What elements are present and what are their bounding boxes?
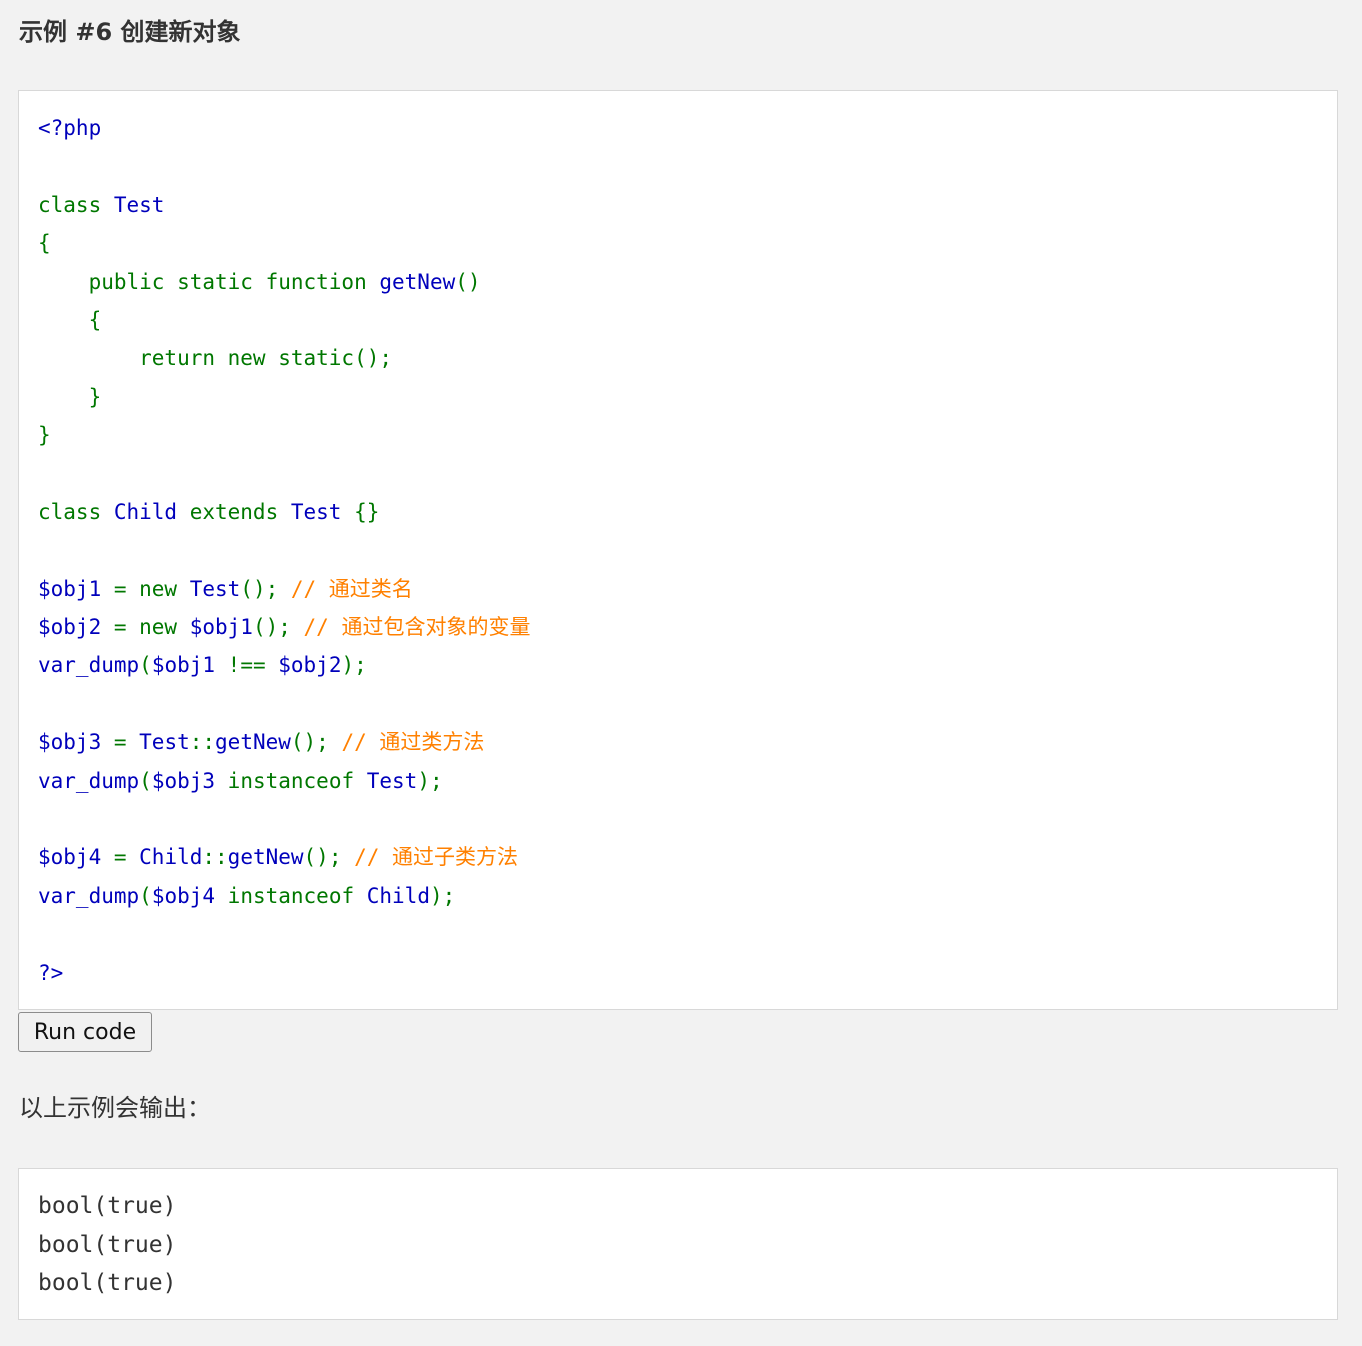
- code-comment: // 通过子类方法: [354, 845, 519, 870]
- code-token: = new: [113, 576, 190, 601]
- code-token: !==: [227, 653, 279, 678]
- code-token: }: [38, 423, 51, 448]
- code-line: class Child extends Test {}: [38, 493, 1318, 531]
- code-block[interactable]: <?php class Test { public static function …: [18, 90, 1338, 1010]
- code-line: var_dump($obj1 !== $obj2);: [38, 646, 1318, 684]
- example-title: 示例 #6 创建新对象: [19, 18, 241, 46]
- code-line: {: [38, 224, 1318, 262]
- code-token: ();: [240, 576, 291, 601]
- code-token: class: [38, 192, 114, 217]
- code-token: (: [139, 768, 152, 793]
- code-token: $obj2: [278, 653, 342, 678]
- code-token: );: [341, 653, 367, 678]
- code-line: }: [38, 378, 1318, 416]
- output-line: bool(true): [38, 1193, 177, 1219]
- code-line: public static function getNew(): [38, 263, 1318, 301]
- code-token: (: [139, 653, 152, 678]
- code-token: ();: [303, 845, 355, 870]
- code-token: instanceof: [227, 768, 367, 793]
- code-token: $obj1: [151, 653, 228, 678]
- code-line: <?php: [38, 109, 1318, 147]
- code-token: {: [38, 307, 102, 332]
- code-token: {}: [354, 499, 380, 524]
- code-token: = new: [113, 615, 190, 640]
- run-code-button[interactable]: Run code: [18, 1012, 152, 1052]
- code-token: (: [139, 883, 152, 908]
- code-token: return new static();: [38, 346, 393, 371]
- output-line: bool(true): [38, 1270, 177, 1296]
- code-comment: // 通过类方法: [341, 730, 485, 755]
- code-token: Test: [113, 192, 165, 217]
- code-line: $obj4 = Child::getNew(); // 通过子类方法: [38, 838, 1318, 876]
- code-line: class Test: [38, 186, 1318, 224]
- code-line: var_dump($obj4 instanceof Child);: [38, 877, 1318, 915]
- code-token: $obj3: [38, 730, 114, 755]
- code-token: var_dump: [38, 768, 140, 793]
- code-token: $obj3: [151, 768, 228, 793]
- code-line: return new static();: [38, 339, 1318, 377]
- code-line: var_dump($obj3 instanceof Test);: [38, 762, 1318, 800]
- code-token: }: [38, 384, 102, 409]
- output-label: 以上示例会输出：: [19, 1094, 211, 1122]
- code-token: {: [38, 231, 51, 256]
- code-line: $obj3 = Test::getNew(); // 通过类方法: [38, 723, 1318, 761]
- code-token: $obj4: [151, 883, 228, 908]
- code-line: $obj1 = new Test(); // 通过类名: [38, 570, 1318, 608]
- code-token: =: [113, 845, 140, 870]
- code-comment: // 通过类名: [290, 576, 413, 601]
- code-token: $obj1: [189, 615, 253, 640]
- page: 示例 #6 创建新对象 <?php class Test { public stat…: [0, 0, 1362, 1346]
- code-token: public static function: [38, 269, 380, 294]
- code-token: Test: [189, 576, 241, 601]
- code-token: Test: [139, 730, 190, 755]
- code-line: ?>: [38, 954, 1318, 992]
- code-token: Child: [113, 499, 190, 524]
- code-line: $obj2 = new $obj1(); // 通过包含对象的变量: [38, 608, 1318, 646]
- code-token: Test: [366, 768, 418, 793]
- code-comment: // 通过包含对象的变量: [303, 615, 531, 640]
- code-token: class: [38, 499, 114, 524]
- code-token: ();: [252, 615, 304, 640]
- code-token: (): [455, 269, 481, 294]
- code-token: );: [429, 883, 456, 908]
- code-line: }: [38, 416, 1318, 454]
- output-line: bool(true): [38, 1231, 177, 1258]
- code-token: ::: [202, 845, 228, 870]
- code-token: Child: [139, 845, 203, 870]
- code-token: instanceof: [227, 883, 367, 908]
- code-token: ?>: [38, 960, 64, 985]
- code-token: getNew: [227, 845, 304, 870]
- code-token: var_dump: [38, 883, 140, 908]
- code-token: getNew: [215, 730, 291, 755]
- output-block: bool(true) bool(true) bool(true): [18, 1168, 1338, 1320]
- code-token: var_dump: [38, 653, 140, 678]
- code-token: Test: [290, 499, 355, 524]
- code-token: $obj2: [38, 615, 114, 640]
- code-token: ::: [189, 730, 216, 755]
- code-token: $obj4: [38, 845, 114, 870]
- code-token: <?php: [38, 116, 102, 140]
- code-line: {: [38, 301, 1318, 339]
- code-token: getNew: [379, 269, 456, 294]
- code-token: );: [417, 768, 443, 793]
- code-token: =: [113, 730, 140, 755]
- code-token: Child: [366, 883, 430, 908]
- code-token: $obj1: [38, 576, 114, 601]
- code-token: ();: [290, 730, 342, 755]
- code-token: extends: [189, 499, 291, 524]
